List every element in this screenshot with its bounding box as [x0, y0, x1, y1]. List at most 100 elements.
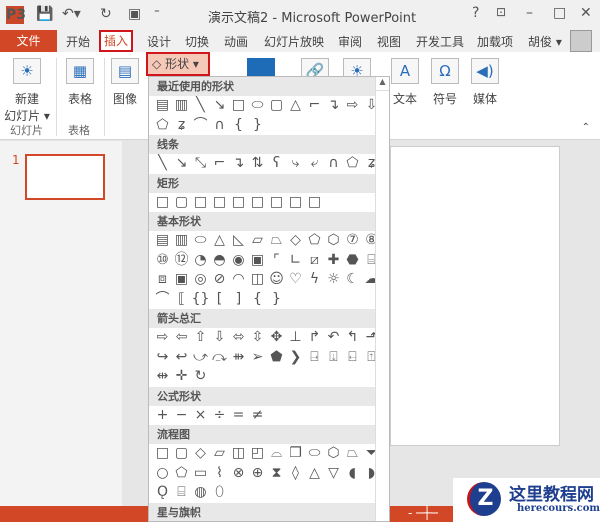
up-down-arrow-shape-icon[interactable]: ⇳ — [248, 328, 267, 347]
preparation-shape-icon[interactable]: ⬡ — [324, 444, 343, 463]
l-shape-shape-icon[interactable]: ∟ — [286, 251, 305, 270]
right-triangle-shape-icon[interactable]: ◺ — [229, 231, 248, 250]
elbow-double-arrow-shape-icon[interactable]: ⇅ — [248, 154, 267, 173]
round-same-side-shape-icon[interactable]: □ — [286, 193, 305, 212]
double-brace-shape-icon[interactable]: {} — [191, 290, 210, 309]
frame-shape-icon[interactable]: ▣ — [248, 251, 267, 270]
slide-canvas[interactable] — [390, 146, 560, 446]
direct-access-storage-shape-icon[interactable]: ◍ — [191, 483, 210, 502]
snip-single-corner-shape-icon[interactable]: □ — [191, 193, 210, 212]
summing-junction-shape-icon[interactable]: ⊗ — [229, 464, 248, 483]
decision-shape-icon[interactable]: ◇ — [191, 444, 210, 463]
slide-thumbnail[interactable] — [25, 154, 105, 200]
sun-shape-icon[interactable]: ☼ — [324, 270, 343, 289]
curve-shape-icon[interactable]: ∩ — [210, 116, 229, 135]
process-shape-icon[interactable]: □ — [153, 444, 172, 463]
new-slide-button[interactable]: ☀ 新建 幻灯片 ▾ — [4, 58, 50, 124]
left-right-callout-shape-icon[interactable]: ⇹ — [153, 367, 172, 386]
chevron-shape-icon[interactable]: ❯ — [286, 348, 305, 367]
lightning-shape-icon[interactable]: ϟ — [305, 270, 324, 289]
elbow-connector-shape-icon[interactable]: ⌐ — [210, 154, 229, 173]
text-box-shape-icon[interactable]: ▤ — [153, 96, 172, 115]
freeform-shape-icon[interactable]: ⬠ — [153, 116, 172, 135]
curved-right-arrow-shape-icon[interactable]: ↪ — [153, 348, 172, 367]
redo-icon[interactable]: ↻ — [100, 6, 112, 22]
user-account[interactable]: 胡俊 ▾ — [528, 33, 562, 50]
down-callout-shape-icon[interactable]: ⍗ — [324, 348, 343, 367]
freeform-shape-icon[interactable]: ⬠ — [343, 154, 362, 173]
image-button[interactable]: ▤ 图像 — [108, 58, 142, 107]
double-bracket-shape-icon[interactable]: ⟦ — [172, 290, 191, 309]
arc-shape-icon[interactable]: ⌒ — [191, 116, 210, 135]
predefined-process-shape-icon[interactable]: ◫ — [229, 444, 248, 463]
bevel-shape-icon[interactable]: ▣ — [172, 270, 191, 289]
curved-connector-shape-icon[interactable]: ʕ — [267, 154, 286, 173]
display-shape-icon[interactable]: ⬯ — [210, 483, 229, 502]
customize-quick-access-icon[interactable]: ⁼ — [154, 6, 160, 19]
tab-design[interactable]: 设计 — [147, 33, 171, 50]
tab-addins[interactable]: 加载项 — [477, 33, 513, 50]
left-callout-shape-icon[interactable]: ⍇ — [343, 348, 362, 367]
equal-shape-icon[interactable]: = — [229, 406, 248, 425]
divide-shape-icon[interactable]: ÷ — [210, 406, 229, 425]
tab-animations[interactable]: 动画 — [224, 33, 248, 50]
help-button[interactable]: ? — [472, 5, 479, 21]
extract-shape-icon[interactable]: △ — [305, 464, 324, 483]
tab-insert[interactable]: 插入 — [99, 30, 134, 52]
manual-input-shape-icon[interactable]: ⏢ — [343, 444, 362, 463]
minus-shape-icon[interactable]: − — [172, 406, 191, 425]
terminator-shape-icon[interactable]: ⬭ — [305, 444, 324, 463]
double-arrow-line-shape-icon[interactable]: ⤡ — [191, 154, 210, 173]
chord-shape-icon[interactable]: ◓ — [210, 251, 229, 270]
tab-home[interactable]: 开始 — [66, 33, 90, 50]
right-arrow-shape-icon[interactable]: ⇨ — [153, 328, 172, 347]
off-page-connector-shape-icon[interactable]: ⬠ — [172, 464, 191, 483]
merge-shape-icon[interactable]: ▽ — [324, 464, 343, 483]
teardrop-shape-icon[interactable]: ◉ — [229, 251, 248, 270]
no-symbol-shape-icon[interactable]: ⊘ — [210, 270, 229, 289]
elbow-connector-shape-icon[interactable]: ⌐ — [305, 96, 324, 115]
quad-arrow-shape-icon[interactable]: ✥ — [267, 328, 286, 347]
snip-same-side-shape-icon[interactable]: □ — [210, 193, 229, 212]
table-button[interactable]: ▦ 表格 — [62, 58, 98, 107]
minimize-button[interactable]: – — [526, 5, 533, 21]
pentagon-shape-icon[interactable]: ⬠ — [305, 231, 324, 250]
decagon-shape-icon[interactable]: ⑩ — [153, 251, 172, 270]
text-box-shape-icon[interactable]: ▤ — [153, 231, 172, 250]
heart-shape-icon[interactable]: ♡ — [286, 270, 305, 289]
undo-icon[interactable]: ↶▾ — [62, 6, 81, 22]
tab-review[interactable]: 审阅 — [338, 33, 362, 50]
up-arrow-shape-icon[interactable]: ⇧ — [191, 328, 210, 347]
donut-shape-icon[interactable]: ◎ — [191, 270, 210, 289]
zoom-slider[interactable]: - ─┼─ — [408, 506, 438, 520]
right-bracket-shape-icon[interactable]: ] — [229, 290, 248, 309]
alternate-process-shape-icon[interactable]: ▢ — [172, 444, 191, 463]
left-arrow-shape-icon[interactable]: ⇦ — [172, 328, 191, 347]
parallelogram-shape-icon[interactable]: ▱ — [248, 231, 267, 250]
cross-shape-icon[interactable]: ✚ — [324, 251, 343, 270]
round-single-corner-shape-icon[interactable]: □ — [267, 193, 286, 212]
arrow-line-shape-icon[interactable]: ↘ — [210, 96, 229, 115]
triangle-shape-icon[interactable]: △ — [210, 231, 229, 250]
line-shape-icon[interactable]: ╲ — [191, 96, 210, 115]
or-shape-icon[interactable]: ⊕ — [248, 464, 267, 483]
quad-callout-shape-icon[interactable]: ✛ — [172, 367, 191, 386]
left-bracket-shape-icon[interactable]: [ — [210, 290, 229, 309]
symbol-button[interactable]: Ω 符号 — [428, 58, 462, 107]
dodecagon-shape-icon[interactable]: ⑫ — [172, 251, 191, 270]
not-equal-shape-icon[interactable]: ≠ — [248, 406, 267, 425]
rounded-rectangle-shape-icon[interactable]: ▢ — [267, 96, 286, 115]
elbow-arrow-connector-shape-icon[interactable]: ↴ — [229, 154, 248, 173]
sequential-storage-shape-icon[interactable]: Ǫ — [153, 483, 172, 502]
internal-storage-shape-icon[interactable]: ◰ — [248, 444, 267, 463]
collapse-ribbon-icon[interactable]: ⌃ — [582, 122, 590, 133]
curved-down-arrow-shape-icon[interactable]: ⤼ — [210, 348, 229, 367]
curved-left-arrow-shape-icon[interactable]: ↩ — [172, 348, 191, 367]
data-shape-icon[interactable]: ▱ — [210, 444, 229, 463]
smiley-shape-icon[interactable]: ☺ — [267, 270, 286, 289]
oval-shape-icon[interactable]: ⬭ — [248, 96, 267, 115]
media-button[interactable]: ◀) 媒体 — [468, 58, 502, 107]
right-brace-shape-icon[interactable]: } — [248, 116, 267, 135]
maximize-button[interactable]: □ — [553, 5, 566, 21]
plus-shape-icon[interactable]: + — [153, 406, 172, 425]
